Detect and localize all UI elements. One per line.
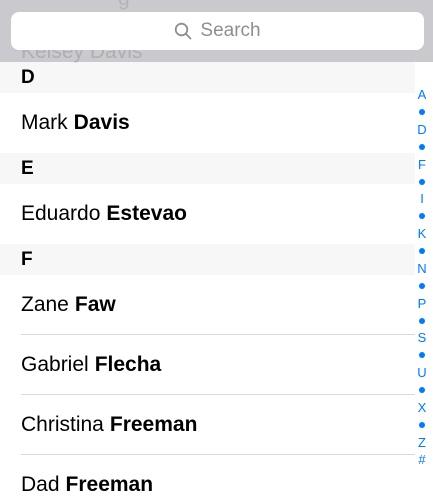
search-placeholder: Search [200, 20, 261, 41]
search-icon [174, 22, 192, 40]
index-dot[interactable] [419, 248, 425, 255]
index-dot[interactable] [419, 421, 425, 428]
contact-row[interactable]: Christina Freeman [0, 395, 415, 455]
contact-first-name: Christina [21, 413, 104, 436]
index-dot[interactable] [419, 387, 425, 394]
search-bar-area: g Kelsey Davis Search [0, 0, 433, 63]
contact-last-name: Davis [73, 111, 130, 134]
index-letter-x[interactable]: X [418, 399, 427, 416]
contact-first-name: Eduardo [21, 202, 101, 225]
index-letter-d[interactable]: D [417, 121, 426, 138]
index-letter-a[interactable]: A [418, 86, 427, 103]
contact-row[interactable]: Eduardo Estevao [0, 184, 415, 244]
contact-row[interactable]: Zane Faw [0, 275, 415, 335]
index-letter-k[interactable]: K [418, 225, 427, 242]
index-letter-u[interactable]: U [417, 364, 426, 381]
index-letter-z[interactable]: Z [418, 434, 426, 451]
index-dot[interactable] [419, 317, 425, 324]
contact-row[interactable]: Gabriel Flecha [0, 335, 415, 395]
search-field[interactable]: Search [11, 12, 424, 50]
index-letter-s[interactable]: S [418, 329, 427, 346]
index-dot[interactable] [419, 352, 425, 359]
contact-first-name: Zane [21, 293, 69, 316]
contact-last-name: Estevao [106, 202, 187, 225]
index-letter-n[interactable]: N [417, 260, 426, 277]
contact-row[interactable]: Mark Davis [0, 93, 415, 153]
contact-first-name: Gabriel [21, 353, 89, 376]
contact-last-name: Flecha [94, 353, 162, 376]
contacts-list: D Mark Davis E Eduardo Estevao F Zane Fa… [0, 62, 415, 500]
index-letter-i[interactable]: I [420, 190, 424, 207]
contact-first-name: Dad [21, 473, 60, 496]
section-header-e: E [0, 153, 415, 184]
index-dot[interactable] [419, 282, 425, 289]
index-letter-hash[interactable]: # [418, 451, 425, 468]
scrolled-text-fragment: g [118, 0, 130, 11]
index-letter-p[interactable]: P [418, 295, 427, 312]
section-index-bar[interactable]: A D F I K N P S U X Z # [415, 86, 429, 468]
section-header-d: D [0, 62, 415, 93]
contact-first-name: Mark [21, 111, 68, 134]
index-dot[interactable] [419, 109, 425, 116]
contact-last-name: Freeman [109, 413, 198, 436]
index-dot[interactable] [419, 178, 425, 185]
contact-row[interactable]: Dad Freeman [0, 455, 415, 500]
index-letter-f[interactable]: F [418, 156, 426, 173]
contacts-screen: g Kelsey Davis Search D Mark Davis E Edu… [0, 0, 433, 500]
contact-last-name: Freeman [65, 473, 154, 496]
index-dot[interactable] [419, 213, 425, 220]
contact-last-name: Faw [74, 293, 116, 316]
index-dot[interactable] [419, 143, 425, 150]
section-header-f: F [0, 244, 415, 275]
